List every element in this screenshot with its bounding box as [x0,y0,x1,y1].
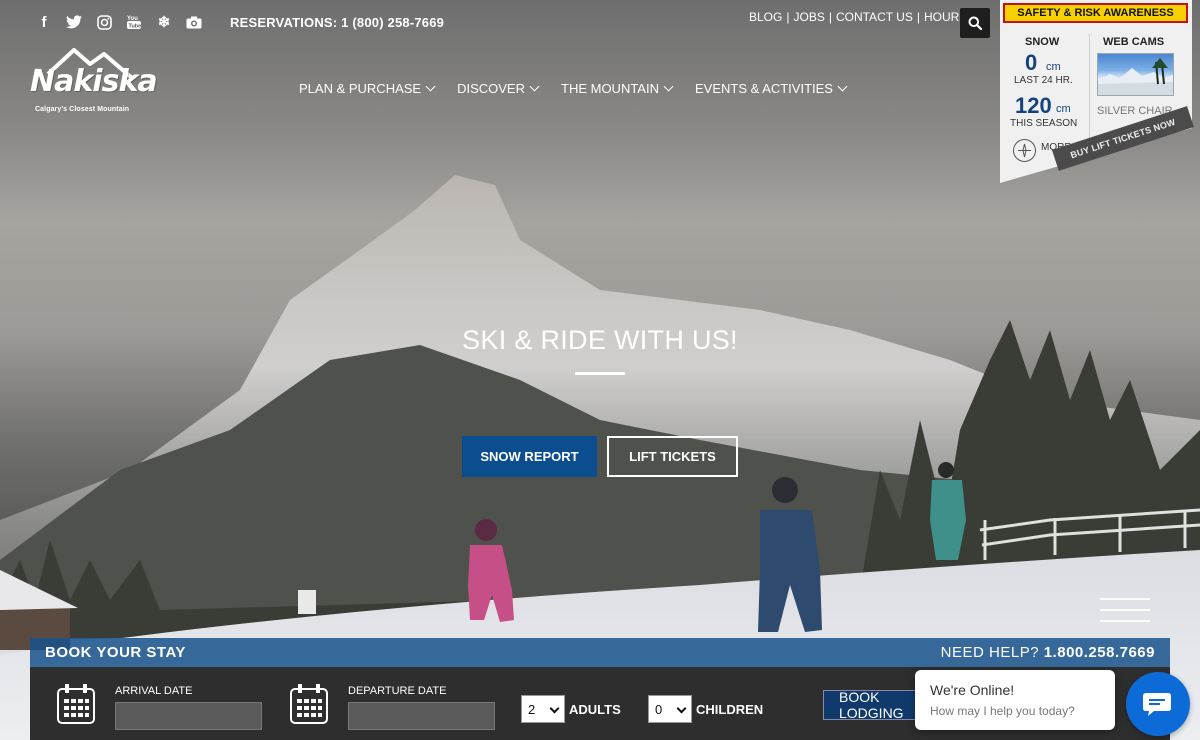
compass-icon [1018,143,1031,158]
youtube-glyph-icon: YouTube [127,16,142,30]
reservations-phone[interactable]: RESERVATIONS: 1 (800) 258-7669 [230,15,444,30]
nav-label: EVENTS & ACTIVITIES [694,81,833,96]
booking-title: BOOK YOUR STAY [45,644,186,661]
menu-toggle-button[interactable] [1100,598,1150,630]
calendar-icon [57,684,95,724]
chat-launcher-button[interactable] [1126,672,1190,736]
booking-header: BOOK YOUR STAY NEED HELP? 1.800.258.7669 [30,638,1170,667]
chevron-down-icon [529,81,540,92]
separator: | [828,10,832,24]
safety-risk-awareness-button[interactable]: SAFETY & RISK AWARENESS [1003,3,1188,23]
chat-status: We're Online! [930,682,1015,698]
main-nav: PLAN & PURCHASE DISCOVER THE MOUNTAIN EV… [299,81,869,96]
adults-label: ADULTS [569,702,621,717]
webcam-image [1098,58,1173,95]
chat-popup[interactable]: We're Online! How may I help you today? [915,670,1115,730]
snow-last24-unit: cm [1046,61,1061,73]
logo-tagline: Calgary's Closest Mountain [35,106,130,113]
chevron-down-icon [549,703,560,714]
separator: | [916,10,920,24]
hero-title: SKI & RIDE WITH US! [462,325,738,355]
departure-calendar-icon[interactable] [289,683,329,725]
arrival-date-label: ARRIVAL DATE [115,685,193,697]
chevron-down-icon [425,81,436,92]
nav-events-activities[interactable]: EVENTS & ACTIVITIES [694,81,848,96]
search-icon [968,16,982,30]
youtube-icon[interactable]: You Tube [126,13,142,31]
separator: | [786,10,790,24]
help-phone[interactable]: 1.800.258.7669 [1044,644,1155,661]
snow-season-unit: cm [1056,103,1071,115]
need-help: NEED HELP? 1.800.258.7669 [941,644,1155,661]
menu-line [1100,620,1150,622]
snow-heading: SNOW [1025,36,1060,48]
facebook-icon[interactable]: f [36,13,52,31]
webcams-heading: WEB CAMS [1103,36,1165,48]
svg-text:Tube: Tube [129,24,142,30]
adults-select[interactable]: 2 [521,695,565,723]
camera-icon[interactable] [186,13,202,31]
twitter-icon[interactable] [66,13,82,31]
nav-label: DISCOVER [457,81,525,96]
departure-date-label: DEPARTURE DATE [348,685,447,697]
calendar-icon [290,684,328,724]
more-button[interactable] [1013,139,1036,162]
chat-prompt: How may I help you today? [930,704,1075,718]
nav-plan-purchase[interactable]: PLAN & PURCHASE [299,81,436,96]
children-select[interactable]: 0 [648,695,692,723]
instagram-icon[interactable] [96,13,112,31]
need-help-label: NEED HELP? [940,644,1040,661]
jobs-link[interactable]: JOBS [793,10,824,24]
arrival-date-input[interactable] [115,702,262,730]
snow-season-label: THIS SEASON [1010,118,1078,129]
chevron-down-icon [676,703,687,714]
snow-last24-label: LAST 24 HR. [1014,75,1073,86]
social-links: f You Tube ❄ [36,13,202,31]
nav-the-mountain[interactable]: THE MOUNTAIN [561,81,674,96]
adults-value: 2 [528,701,536,717]
arrival-calendar-icon[interactable] [56,683,96,725]
camera-glyph-icon [186,16,202,28]
snowflake-icon[interactable]: ❄ [156,13,172,31]
nav-label: THE MOUNTAIN [561,81,659,96]
hero-underline [575,372,625,375]
children-label: CHILDREN [696,702,764,717]
snow-season-value: 120 [1015,93,1052,118]
search-button[interactable] [960,8,990,38]
logo-wordmark: Nakiska [30,64,158,99]
chevron-down-icon [663,81,674,92]
blog-link[interactable]: BLOG [749,10,782,24]
snow-last24-value: 0 [1025,50,1038,75]
webcam-thumbnail[interactable] [1097,53,1174,96]
nav-discover[interactable]: DISCOVER [457,81,540,96]
menu-line [1100,598,1150,600]
twitter-bird-icon [66,15,82,29]
snow-report-button[interactable]: SNOW REPORT [462,436,597,477]
contact-us-link[interactable]: CONTACT US [836,10,913,24]
utility-links: BLOG | JOBS | CONTACT US | HOURS [749,10,967,24]
menu-line [1100,609,1150,611]
lift-tickets-button[interactable]: LIFT TICKETS [607,436,738,477]
instagram-glyph-icon [96,14,112,30]
children-value: 0 [655,701,663,717]
chat-icon [1143,693,1171,716]
chevron-down-icon [837,81,848,92]
nav-label: PLAN & PURCHASE [299,81,422,96]
departure-date-input[interactable] [348,702,495,730]
